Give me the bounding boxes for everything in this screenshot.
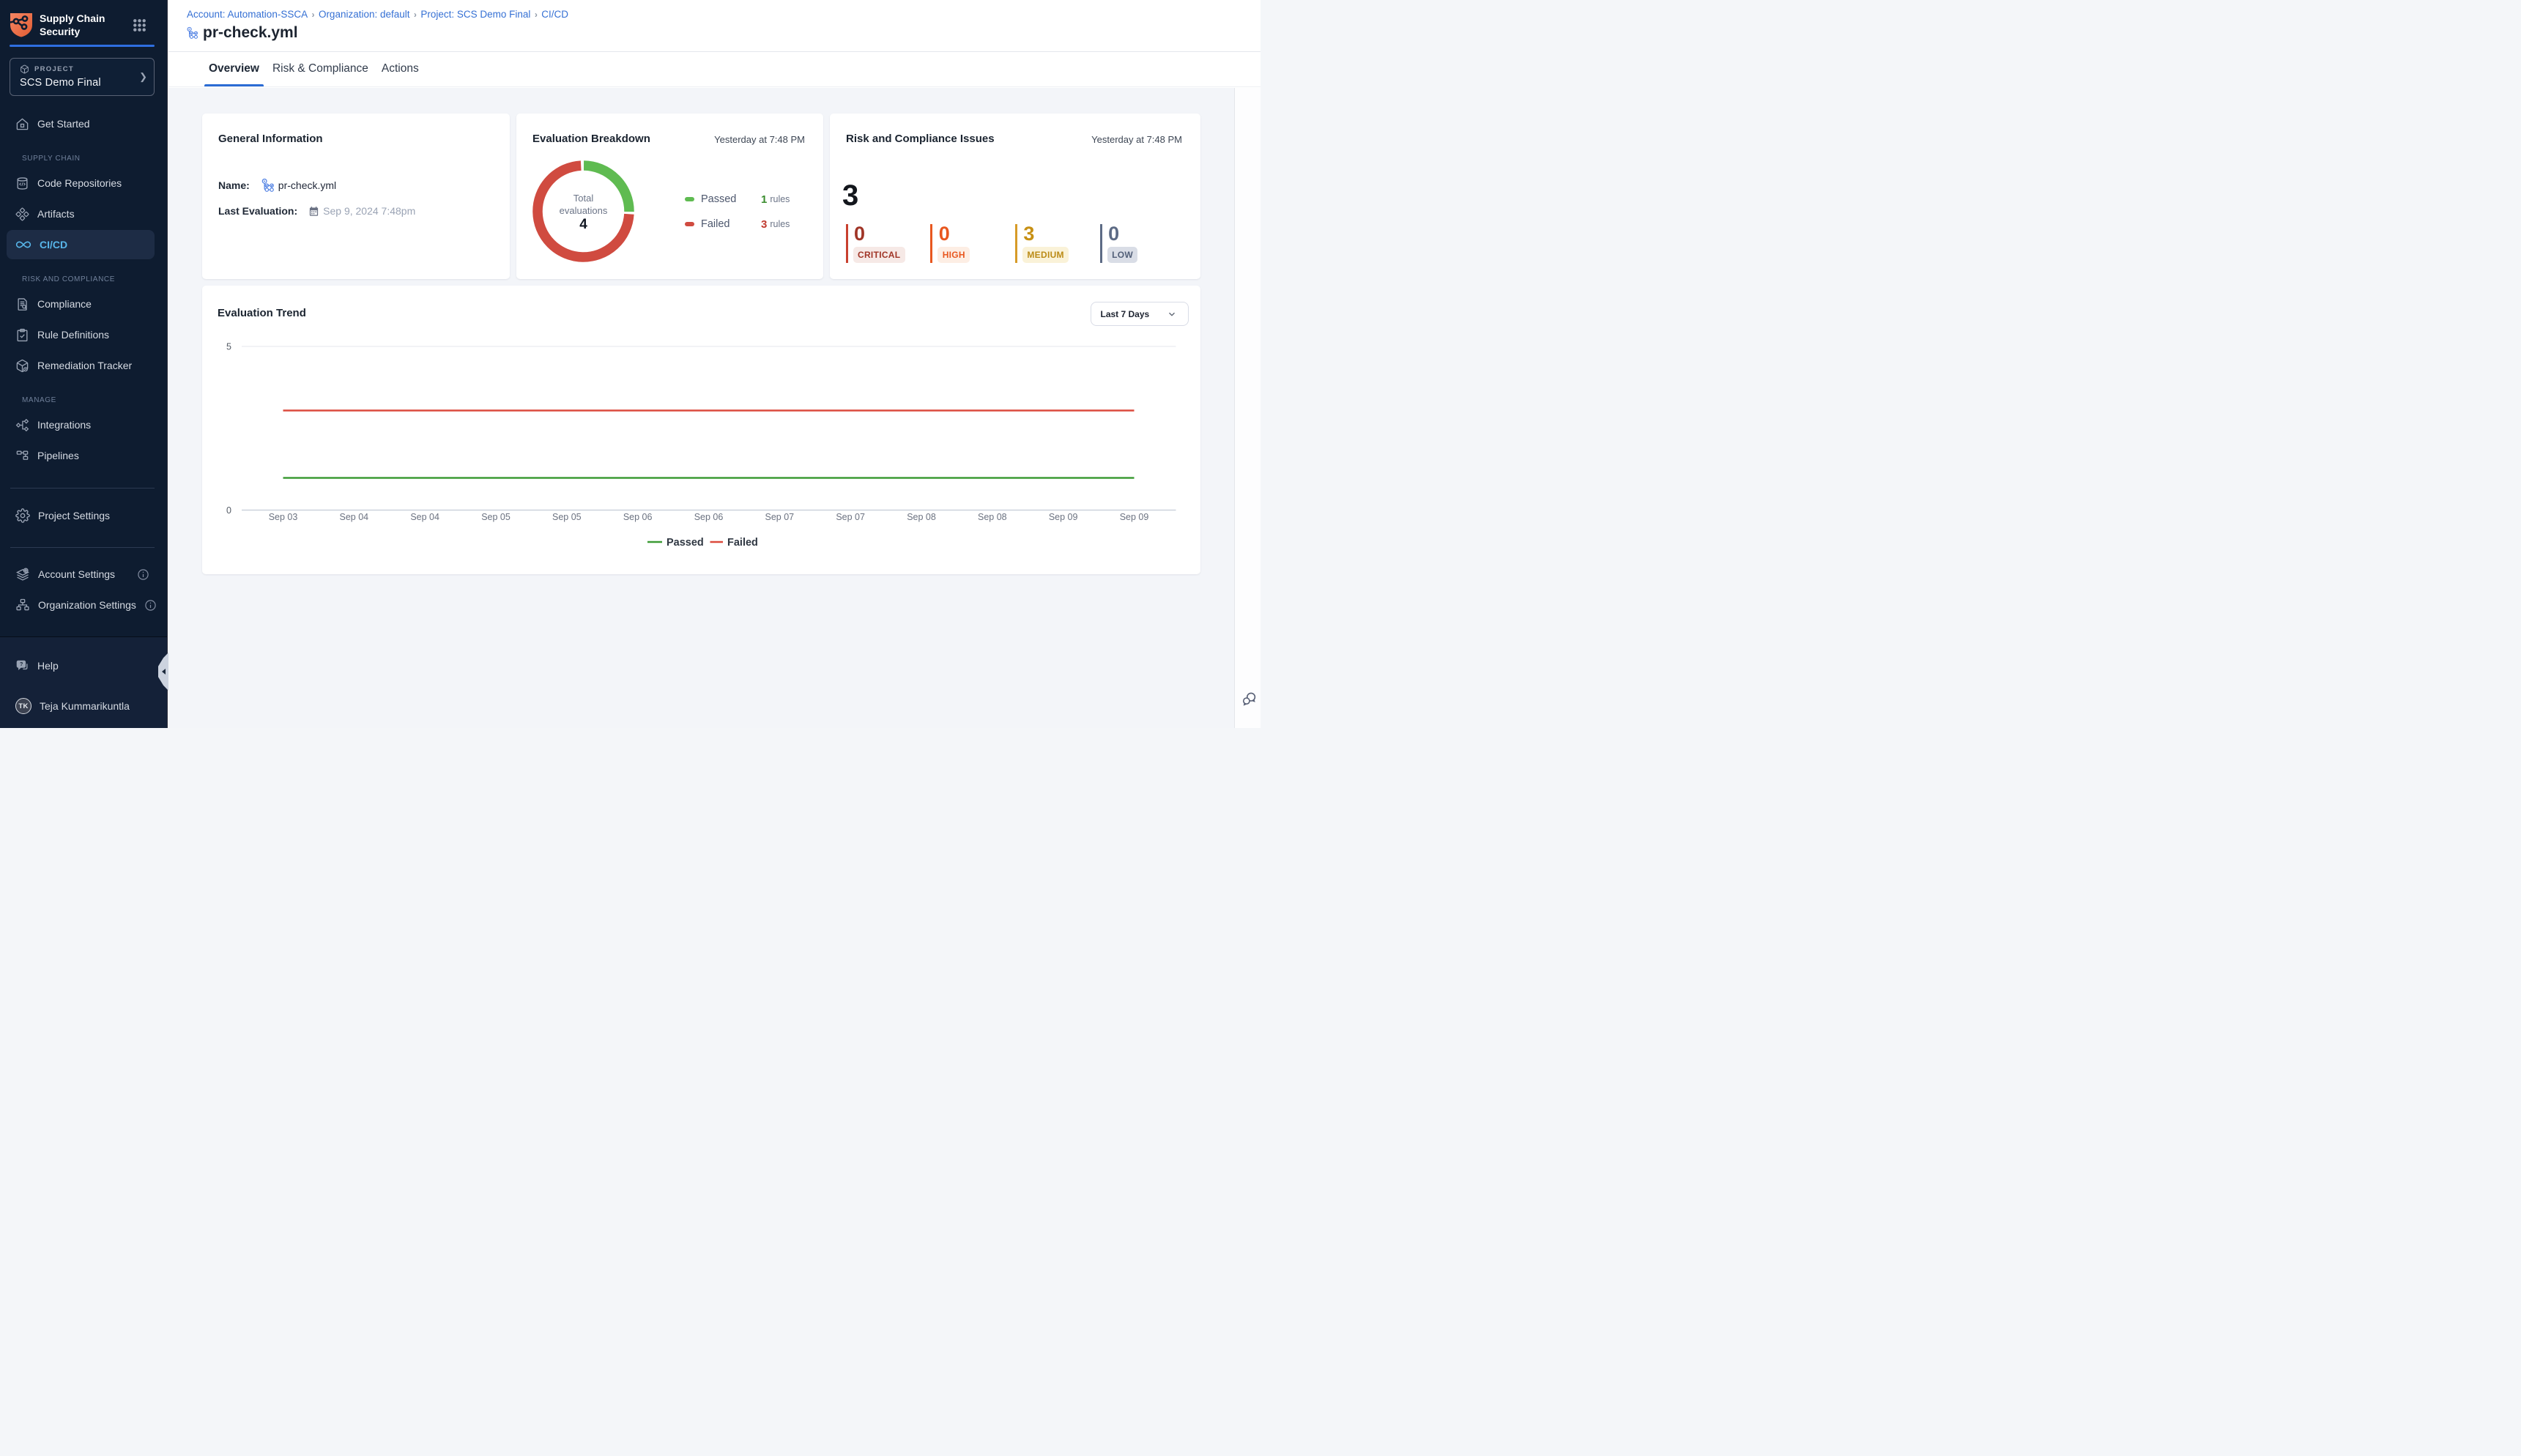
svg-text:Sep 04: Sep 04 [340, 512, 369, 522]
svg-text:Sep 09: Sep 09 [1049, 512, 1078, 522]
svg-text:Sep 06: Sep 06 [694, 512, 724, 522]
svg-text:Failed: Failed [727, 537, 758, 549]
svg-text:?: ? [20, 661, 23, 667]
svg-text:Sep 03: Sep 03 [269, 512, 298, 522]
svg-text:5: 5 [226, 342, 231, 352]
svg-text:Passed: Passed [667, 537, 704, 549]
svg-text:Sep 06: Sep 06 [623, 512, 653, 522]
svg-text:Sep 08: Sep 08 [907, 512, 936, 522]
svg-text:Sep 07: Sep 07 [836, 512, 865, 522]
svg-text:Sep 05: Sep 05 [552, 512, 582, 522]
svg-text:Sep 05: Sep 05 [481, 512, 510, 522]
svg-text:Sep 08: Sep 08 [978, 512, 1007, 522]
svg-text:0: 0 [226, 505, 231, 516]
svg-text:Sep 09: Sep 09 [1120, 512, 1149, 522]
svg-text:Sep 07: Sep 07 [765, 512, 795, 522]
svg-text:Sep 04: Sep 04 [410, 512, 439, 522]
